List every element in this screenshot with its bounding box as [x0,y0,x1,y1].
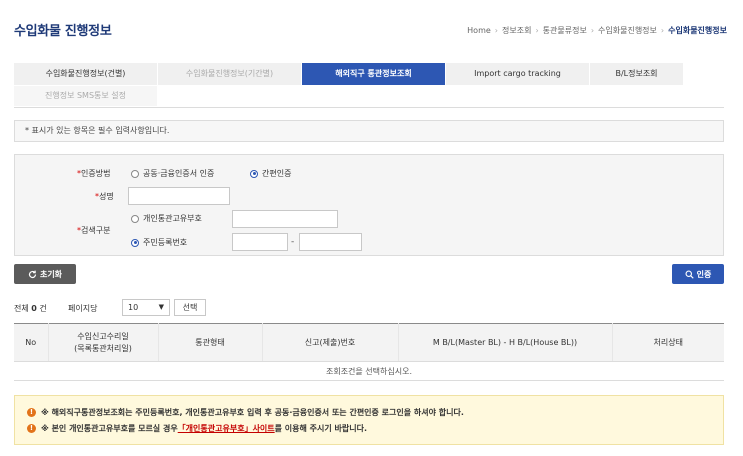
authenticate-button[interactable]: 인증 [672,264,724,284]
auth-method-label: *인증방법 [77,169,111,178]
chevron-down-icon: ▼ [158,303,164,311]
breadcrumb-current: 수입화물진행정보 [668,26,727,35]
tab-import-cargo-single[interactable]: 수입화물진행정보(건별) [14,63,158,85]
breadcrumb: Home › 정보조회 › 통관물류정보 › 수입화물진행정보 › 수입화물진행정보 [467,25,727,36]
search-form: *인증방법 공동·금융인증서 인증 간편인증 *성명 개인통관고유부호 *검색구… [14,154,724,256]
radio-unchecked-icon [131,169,139,178]
tab-divider [14,107,724,108]
empty-message: 조회조건을 선택하십시오. [14,361,724,381]
column-header-status: 처리상태 [612,323,724,362]
auth-cert-radio[interactable]: 공동·금융인증서 인증 [131,168,214,179]
breadcrumb-info-lookup[interactable]: 정보조회 [502,26,531,35]
breadcrumb-import-cargo[interactable]: 수입화물진행정보 [598,26,657,35]
refresh-icon [28,270,37,278]
select-button[interactable]: 선택 [174,299,206,316]
breadcrumb-separator: › [535,26,539,35]
page-title: 수입화물 진행정보 [14,24,112,39]
warning-line-1: ! ※ 해외직구통관정보조회는 주민등록번호, 개인통관고유부호 입력 후 공동… [27,407,464,418]
exclamation-circle-icon: ! [27,408,36,417]
breadcrumb-separator: › [660,26,665,35]
warning-line-2: ! ※ 본인 개인통관고유부호를 모르실 경우 「개인통관고유부호」사이트 를 … [27,423,367,434]
name-label: *성명 [95,192,114,201]
column-header-clearance-type: 통관형태 [158,323,263,362]
customs-code-radio[interactable]: 개인통관고유부호 [131,213,202,224]
tab-bar: 수입화물진행정보(건별) 수입화물진행정보(기간별) 해외직구 통관정보조회 I… [14,63,724,106]
search-icon [685,269,694,279]
reset-button[interactable]: 초기화 [14,264,76,284]
warning-box: ! ※ 해외직구통관정보조회는 주민등록번호, 개인통관고유부호 입력 후 공동… [14,395,724,445]
breadcrumb-home[interactable]: Home [467,26,491,35]
breadcrumb-customs-logistics[interactable]: 통관물류정보 [543,26,587,35]
tab-bl-info[interactable]: B/L정보조회 [590,63,684,85]
table-row: 조회조건을 선택하십시오. [14,361,724,381]
required-notice: * 표시가 있는 항목은 필수 입력사항입니다. [14,120,724,142]
rrn-separator: - [291,237,295,247]
tab-import-cargo-period[interactable]: 수입화물진행정보(기간별) [158,63,302,85]
radio-checked-icon [250,169,258,178]
radio-checked-icon [131,238,139,247]
results-table: No 수입신고수리일 (목록통관처리일) 통관형태 신고(제출)번호 M B/L… [14,323,724,381]
rrn-back-input[interactable] [299,233,362,251]
tab-overseas-purchase-customs[interactable]: 해외직구 통관정보조회 [302,63,446,85]
per-page-label: 페이지당 [68,304,98,313]
column-header-declaration-number: 신고(제출)번호 [262,323,399,362]
search-type-label: *검색구분 [77,226,111,235]
auth-simple-radio[interactable]: 간편인증 [250,168,291,179]
tab-sms-notification[interactable]: 진행정보 SMS통보 설정 [14,86,158,106]
customs-code-site-link[interactable]: 「개인통관고유부호」사이트 [178,423,275,434]
column-header-accept-date: 수입신고수리일 (목록통관처리일) [48,323,159,362]
customs-code-input[interactable] [232,210,338,228]
breadcrumb-separator: › [494,26,498,35]
column-header-bl: M B/L(Master BL) - H B/L(House BL)) [398,323,613,362]
per-page-select[interactable]: 10 ▼ [122,299,170,316]
rrn-radio[interactable]: 주민등록번호 [131,237,187,248]
tab-import-cargo-tracking[interactable]: Import cargo tracking [446,63,590,85]
column-header-no: No [14,323,49,362]
name-input[interactable] [128,187,230,205]
table-header-row: No 수입신고수리일 (목록통관처리일) 통관형태 신고(제출)번호 M B/L… [14,323,724,362]
radio-unchecked-icon [131,214,139,223]
exclamation-circle-icon: ! [27,424,36,433]
breadcrumb-separator: › [590,26,595,35]
rrn-front-input[interactable] [232,233,288,251]
total-count: 전체 0 건 [14,304,47,313]
